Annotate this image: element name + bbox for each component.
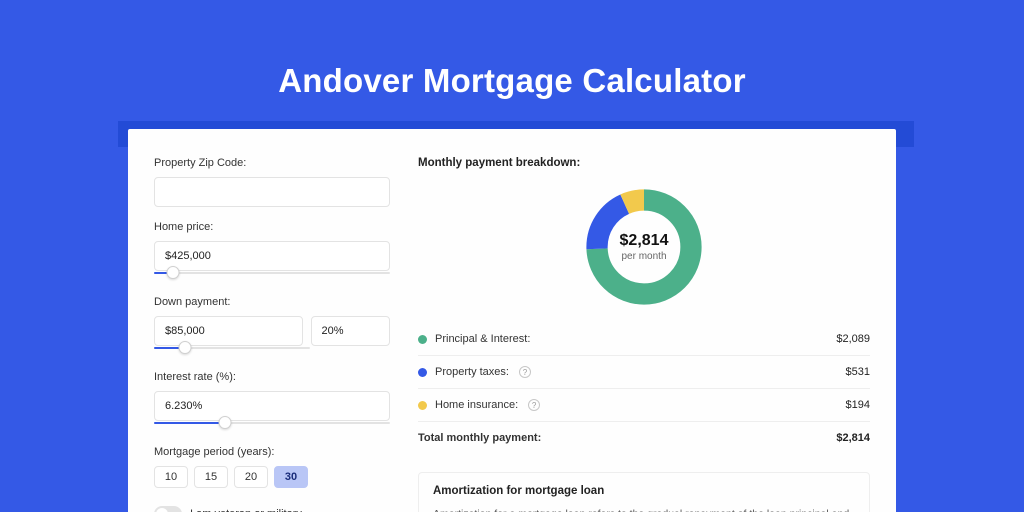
donut-amount: $2,814 <box>620 232 669 250</box>
mortgage-period-options: 10 15 20 30 <box>154 466 390 488</box>
mortgage-period-button[interactable]: 20 <box>234 466 268 488</box>
zip-input[interactable] <box>165 186 379 198</box>
down-payment-percent-field[interactable] <box>311 316 391 346</box>
mortgage-period-button[interactable]: 10 <box>154 466 188 488</box>
interest-rate-group: Interest rate (%): <box>154 371 390 432</box>
amortization-text: Amortization for a mortgage loan refers … <box>433 507 855 512</box>
legend-value: $194 <box>846 399 870 411</box>
mortgage-period-label: Mortgage period (years): <box>154 446 390 458</box>
down-payment-percent-input[interactable] <box>322 325 380 337</box>
calculator-card: Property Zip Code: Home price: Down paym… <box>128 129 896 512</box>
donut-chart: $2,814 per month <box>582 185 706 309</box>
veteran-toggle[interactable] <box>154 506 182 512</box>
donut-sub: per month <box>621 251 666 262</box>
zip-group: Property Zip Code: <box>154 157 390 207</box>
home-price-group: Home price: <box>154 221 390 282</box>
donut-chart-wrap: $2,814 per month <box>418 179 870 323</box>
legend: Principal & Interest: $2,089 Property ta… <box>418 323 870 454</box>
legend-row-principal: Principal & Interest: $2,089 <box>418 323 870 356</box>
veteran-row: I am veteran or military <box>154 506 390 512</box>
home-price-slider[interactable] <box>154 270 390 282</box>
legend-label: Home insurance: <box>435 399 518 411</box>
interest-rate-label: Interest rate (%): <box>154 371 390 383</box>
legend-label: Total monthly payment: <box>418 432 541 444</box>
down-payment-amount-field[interactable] <box>154 316 303 346</box>
amortization-card: Amortization for mortgage loan Amortizat… <box>418 472 870 512</box>
down-payment-group: Down payment: <box>154 296 390 357</box>
down-payment-label: Down payment: <box>154 296 390 308</box>
interest-rate-slider[interactable] <box>154 420 390 432</box>
page-title: Andover Mortgage Calculator <box>0 62 1024 100</box>
amortization-heading: Amortization for mortgage loan <box>433 485 855 497</box>
interest-rate-field[interactable] <box>154 391 390 421</box>
info-icon[interactable]: ? <box>528 399 540 411</box>
zip-field[interactable] <box>154 177 390 207</box>
breakdown-panel: Monthly payment breakdown: $2,814 per mo… <box>408 129 896 512</box>
inputs-panel: Property Zip Code: Home price: Down paym… <box>128 129 408 512</box>
legend-row-taxes: Property taxes: ? $531 <box>418 356 870 389</box>
slider-thumb[interactable] <box>179 341 192 354</box>
legend-value: $531 <box>846 366 870 378</box>
slider-thumb[interactable] <box>218 416 231 429</box>
veteran-label: I am veteran or military <box>190 508 302 512</box>
zip-label: Property Zip Code: <box>154 157 390 169</box>
legend-value: $2,814 <box>836 432 870 444</box>
legend-row-insurance: Home insurance: ? $194 <box>418 389 870 422</box>
down-payment-amount-input[interactable] <box>165 325 292 337</box>
info-icon[interactable]: ? <box>519 366 531 378</box>
mortgage-period-button[interactable]: 15 <box>194 466 228 488</box>
down-payment-slider[interactable] <box>154 345 310 357</box>
legend-row-total: Total monthly payment: $2,814 <box>418 422 870 454</box>
mortgage-period-group: Mortgage period (years): 10 15 20 30 <box>154 446 390 488</box>
legend-dot-icon <box>418 335 427 344</box>
legend-dot-icon <box>418 368 427 377</box>
home-price-label: Home price: <box>154 221 390 233</box>
home-price-input[interactable] <box>165 250 379 262</box>
home-price-field[interactable] <box>154 241 390 271</box>
legend-label: Principal & Interest: <box>435 333 530 345</box>
interest-rate-input[interactable] <box>165 400 379 412</box>
mortgage-period-button[interactable]: 30 <box>274 466 308 488</box>
slider-thumb[interactable] <box>166 266 179 279</box>
legend-value: $2,089 <box>836 333 870 345</box>
breakdown-title: Monthly payment breakdown: <box>418 157 870 169</box>
legend-label: Property taxes: <box>435 366 509 378</box>
legend-dot-icon <box>418 401 427 410</box>
